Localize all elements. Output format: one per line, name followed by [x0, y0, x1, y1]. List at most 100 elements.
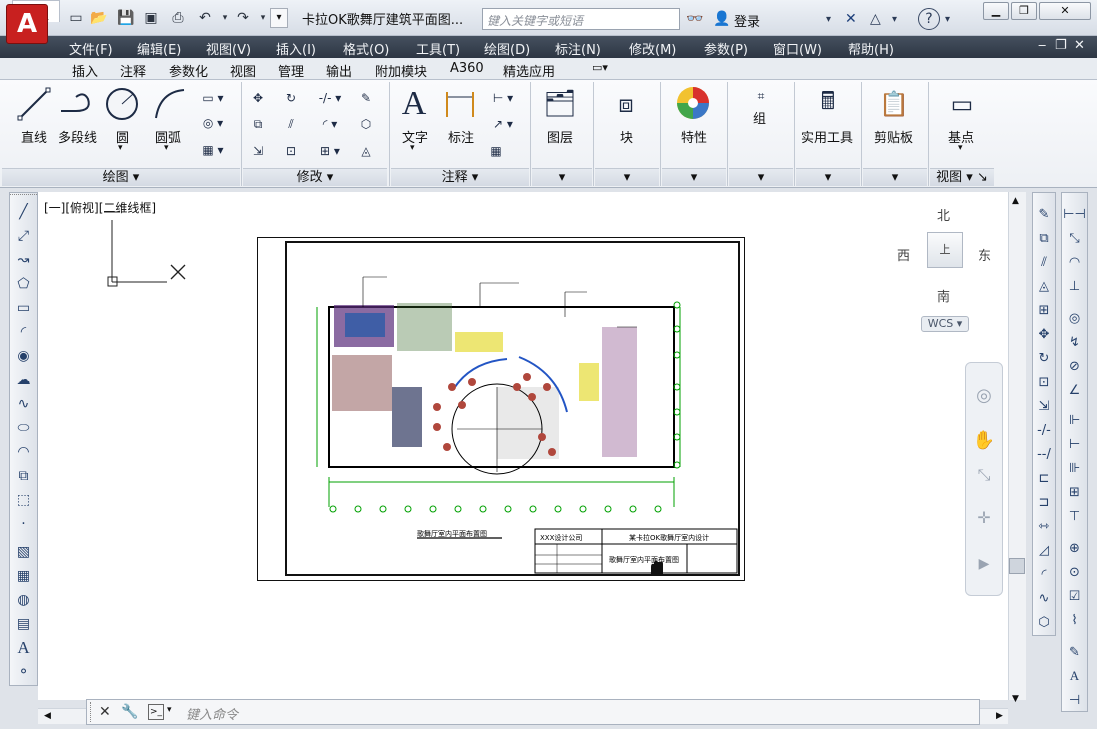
tab-manage[interactable]: 管理	[278, 61, 304, 80]
viewcube-north[interactable]: 北	[937, 205, 950, 224]
dimension-break-icon[interactable]: ⊤	[1062, 505, 1087, 527]
rotate-tool-icon[interactable]: ↻	[1033, 347, 1055, 369]
region-tool-icon[interactable]: ▦ ▾	[198, 140, 228, 160]
command-grip[interactable]	[90, 702, 95, 722]
revision-cloud-icon[interactable]: ☁	[10, 369, 37, 391]
break-tool-icon[interactable]: ⊏	[1033, 467, 1055, 489]
dimension-edit-icon[interactable]: ✎	[1062, 641, 1087, 663]
angular-dimension-icon[interactable]: ∠	[1062, 379, 1087, 401]
help-dropdown-icon[interactable]: ▾	[945, 9, 950, 29]
recent-commands-dropdown-icon[interactable]: ▾	[167, 705, 172, 715]
login-link[interactable]: 登录	[734, 11, 760, 30]
circle-dropdown-icon[interactable]: ▾	[118, 143, 123, 153]
menu-dimension[interactable]: 标注(N)	[555, 39, 601, 58]
utilities-label[interactable]: 实用工具	[801, 127, 853, 146]
zoom-extents-icon[interactable]: ⤡	[972, 463, 996, 487]
rectangle-icon[interactable]: ▭	[10, 297, 37, 319]
menu-view[interactable]: 视图(V)	[206, 39, 251, 58]
viewcube-top-face[interactable]: 上	[927, 232, 963, 268]
tolerance-icon[interactable]: ⊕	[1062, 537, 1087, 559]
aligned-dimension-icon[interactable]: ⤡	[1062, 227, 1087, 249]
tab-parametric[interactable]: 参数化	[169, 61, 208, 80]
ellipse-icon[interactable]: ⬭	[10, 417, 37, 439]
ellipse-arc-icon[interactable]: ◠	[10, 441, 37, 463]
properties-panel-footer[interactable]: ▾	[662, 168, 726, 186]
tab-a360[interactable]: A360	[450, 61, 484, 76]
binoculars-icon[interactable]: 👓	[686, 9, 703, 29]
baseline-dimension-icon[interactable]: ⊢	[1062, 433, 1087, 455]
tab-view[interactable]: 视图	[230, 61, 256, 80]
table-icon[interactable]: ▦	[486, 141, 506, 161]
quick-access-dropdown[interactable]: ▾	[270, 8, 288, 28]
erase-tool-icon[interactable]: ✎	[1033, 203, 1055, 225]
break-at-point-icon[interactable]: ⊐	[1033, 491, 1055, 513]
linear-dimension-icon[interactable]: ⊢⊣	[1062, 203, 1087, 225]
basepoint-icon[interactable]: ▭	[944, 88, 980, 120]
tab-insert[interactable]: 插入	[72, 61, 98, 80]
fillet-icon[interactable]: ◜ ▾	[312, 114, 348, 134]
tab-output[interactable]: 输出	[326, 61, 352, 80]
command-close-icon[interactable]: ✕	[99, 704, 111, 720]
steering-wheel-icon[interactable]: ◎	[972, 383, 996, 407]
offset-tool-icon[interactable]: ◬	[1033, 275, 1055, 297]
properties-label[interactable]: 特性	[681, 127, 707, 146]
polyline-tool-icon[interactable]	[58, 86, 98, 122]
scroll-left-icon[interactable]: ◀	[44, 711, 51, 721]
wcs-menu[interactable]: WCS ▾	[921, 316, 969, 332]
dimension-tool-label[interactable]: 标注	[448, 127, 474, 146]
menu-help[interactable]: 帮助(H)	[848, 39, 894, 58]
clipboard-label[interactable]: 剪贴板	[874, 127, 913, 146]
hatch-tool-icon[interactable]: ◎ ▾	[198, 113, 228, 133]
redo-icon[interactable]: ↷	[233, 8, 253, 28]
menu-window[interactable]: 窗口(W)	[773, 39, 822, 58]
stretch-tool-icon[interactable]: ⇲	[1033, 395, 1055, 417]
save-as-icon[interactable]: ▣	[141, 8, 161, 28]
offset-icon[interactable]: ◬	[356, 141, 376, 161]
minimize-button[interactable]: ▁	[983, 2, 1009, 20]
group-label[interactable]: 组	[753, 108, 766, 127]
rotate-icon[interactable]: ↻	[281, 88, 301, 108]
center-mark-icon[interactable]: ⊙	[1062, 561, 1087, 583]
draw-panel-title[interactable]: 绘图 ▾	[2, 168, 240, 186]
dimension-text-edit-icon[interactable]: A	[1062, 665, 1087, 687]
block-icon[interactable]: ⧈	[606, 86, 646, 122]
new-file-icon[interactable]: ▭	[66, 8, 86, 28]
maximize-button[interactable]: ❐	[1011, 2, 1037, 20]
arc-dropdown-icon[interactable]: ▾	[164, 143, 169, 153]
menu-draw[interactable]: 绘图(D)	[484, 39, 530, 58]
login-dropdown-icon[interactable]: ▾	[826, 9, 831, 29]
block-label[interactable]: 块	[620, 127, 633, 146]
rectangle-tool-icon[interactable]: ▭ ▾	[198, 88, 228, 108]
dimension-space-icon[interactable]: ⊞	[1062, 481, 1087, 503]
viewcube-south[interactable]: 南	[937, 286, 950, 305]
stretch-icon[interactable]: ⇲	[248, 141, 268, 161]
extend-tool-icon[interactable]: --/	[1033, 443, 1055, 465]
viewcube-west[interactable]: 西	[897, 245, 910, 264]
group-panel-footer[interactable]: ▾	[729, 168, 793, 186]
menu-edit[interactable]: 编辑(E)	[137, 39, 181, 58]
copy-icon[interactable]: ⧉	[248, 114, 268, 134]
exchange-icon[interactable]: ✕	[845, 9, 857, 29]
scroll-down-icon[interactable]: ▼	[1012, 694, 1019, 704]
fillet-tool-icon[interactable]: ◜	[1033, 563, 1055, 585]
line-tool-icon[interactable]	[16, 86, 52, 122]
make-block-icon[interactable]: ⬚	[10, 489, 37, 511]
array-icon[interactable]: ⊞ ▾	[312, 141, 348, 161]
arc-icon[interactable]: ◜	[10, 321, 37, 343]
toolbar-grip[interactable]	[10, 194, 37, 199]
command-settings-wrench-icon[interactable]: 🔧	[121, 704, 138, 720]
radius-dimension-icon[interactable]: ◎	[1062, 307, 1087, 329]
tab-addins[interactable]: 附加模块	[375, 61, 427, 80]
search-input[interactable]: 键入关键字或短语	[482, 8, 680, 30]
line-icon[interactable]: ╱	[10, 201, 37, 223]
vertical-scroll-thumb[interactable]	[1009, 558, 1025, 574]
layers-label[interactable]: 图层	[547, 127, 573, 146]
tab-featured[interactable]: 精选应用	[503, 61, 555, 80]
scale-icon[interactable]: ⊡	[281, 141, 301, 161]
scroll-right-icon[interactable]: ▶	[996, 711, 1003, 721]
showmotion-icon[interactable]: ▶	[972, 552, 996, 576]
quick-dimension-icon[interactable]: ⊩	[1062, 409, 1087, 431]
jogged-linear-icon[interactable]: ⌇	[1062, 609, 1087, 631]
close-button[interactable]: ✕	[1039, 2, 1091, 20]
doc-close-icon[interactable]: ✕	[1074, 38, 1085, 53]
